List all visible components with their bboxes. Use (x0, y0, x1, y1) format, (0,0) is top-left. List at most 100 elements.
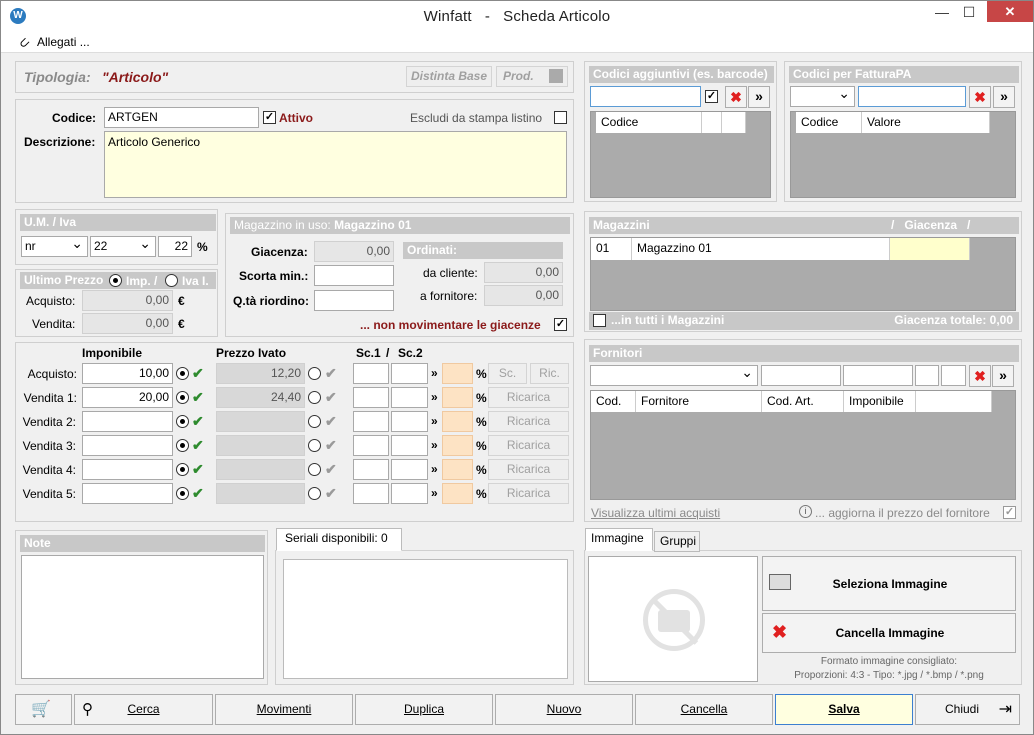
imponibile-radio[interactable] (176, 463, 189, 476)
delete-fornitore-button[interactable]: ✖ (969, 365, 991, 387)
imponibile-radio[interactable] (176, 415, 189, 428)
imponibile-input[interactable]: 20,00 (82, 387, 173, 408)
imponibile-input[interactable]: 10,00 (82, 363, 173, 384)
ivato-radio[interactable] (308, 391, 321, 404)
ultimi-acquisti-link[interactable]: Visualizza ultimi acquisti (591, 506, 720, 520)
qta-riordino-input[interactable] (314, 290, 394, 311)
duplica-button[interactable]: Duplica (355, 694, 493, 725)
sc1-input[interactable] (353, 483, 389, 504)
check-icon[interactable]: ✔ (192, 390, 204, 404)
aggiorna-prezzo-checkbox[interactable]: ✓ (1003, 506, 1016, 519)
ricarico-input[interactable] (442, 387, 473, 408)
sc-button[interactable]: Sc. (488, 363, 527, 384)
sc1-input[interactable] (353, 459, 389, 480)
sc2-input[interactable] (391, 435, 428, 456)
scorta-min-input[interactable] (314, 265, 394, 286)
ivato-radio[interactable] (308, 463, 321, 476)
codice-column-header[interactable]: Codice (796, 112, 862, 133)
ricarico-input[interactable] (442, 435, 473, 456)
ivato-input[interactable]: 12,20 (216, 363, 305, 384)
imponibile-input[interactable] (82, 483, 173, 504)
seriali-list[interactable] (283, 559, 568, 679)
codice-input[interactable]: ARTGEN (104, 107, 259, 128)
imponibile-input[interactable] (82, 411, 173, 432)
codice-aggiuntivo-input[interactable] (590, 86, 701, 107)
ricarica-button[interactable]: Ricarica (488, 387, 569, 408)
sc1-input[interactable] (353, 435, 389, 456)
imponibile-radio[interactable] (176, 487, 189, 500)
fornitori-grid[interactable]: Cod. Fornitore Cod. Art. Imponibile (590, 390, 1016, 500)
ivato-input[interactable] (216, 459, 305, 480)
nuovo-button[interactable]: Nuovo (495, 694, 633, 725)
sc2-input[interactable] (391, 411, 428, 432)
fornitore-extra1-input[interactable] (915, 365, 939, 386)
check-icon[interactable]: ✔ (192, 462, 204, 476)
check-icon[interactable]: ✔ (325, 414, 337, 428)
check-icon[interactable]: ✔ (325, 438, 337, 452)
imponibile-radio[interactable] (176, 391, 189, 404)
movimenti-button[interactable]: Movimenti (215, 694, 353, 725)
maximize-button[interactable]: ☐ (954, 1, 984, 23)
ivato-input[interactable] (216, 435, 305, 456)
ricarico-input[interactable] (442, 483, 473, 504)
ricarica-button[interactable]: Ricarica (488, 411, 569, 432)
check-icon[interactable]: ✔ (325, 366, 337, 380)
add-codice-button[interactable]: » (748, 86, 770, 108)
attivo-checkbox[interactable]: ✓ (263, 111, 276, 124)
fornitore-cod-input[interactable] (761, 365, 841, 386)
um-select[interactable]: nr (21, 234, 88, 257)
ivato-radio[interactable] (308, 367, 321, 380)
check-icon[interactable]: ✔ (192, 366, 204, 380)
magazzino-row-code[interactable]: 01 (591, 238, 632, 260)
iva-l-radio[interactable] (165, 274, 178, 287)
ivato-radio[interactable] (308, 415, 321, 428)
iva-select[interactable]: 22 (90, 234, 156, 257)
escludi-checkbox[interactable] (554, 111, 567, 124)
tab-immagine[interactable]: Immagine (585, 528, 653, 551)
codice-aggiuntivo-checkbox[interactable]: ✓ (705, 90, 718, 103)
ivato-input[interactable]: 24,40 (216, 387, 305, 408)
sc2-input[interactable] (391, 459, 428, 480)
add-fornitore-button[interactable]: » (992, 365, 1014, 387)
salva-button[interactable]: Salva (775, 694, 913, 725)
check-icon[interactable]: ✔ (325, 390, 337, 404)
fornitore-select[interactable] (590, 363, 758, 386)
fornitore-extra2-input[interactable] (941, 365, 966, 386)
ricarico-input[interactable] (442, 363, 473, 384)
check-icon[interactable]: ✔ (192, 438, 204, 452)
add-to-cart-button[interactable]: 🛒 (15, 694, 72, 725)
imponibile-input[interactable] (82, 435, 173, 456)
codici-fatturapa-grid[interactable]: Codice Valore (790, 111, 1016, 198)
imponibile-radio[interactable] (176, 367, 189, 380)
ricarica-button[interactable]: Ricarica (488, 435, 569, 456)
delete-codice-button[interactable]: ✖ (725, 86, 747, 108)
fornitore-codart-input[interactable] (843, 365, 913, 386)
magazzini-grid[interactable]: 01 Magazzino 01 (590, 237, 1016, 311)
add-fatturapa-button[interactable]: » (993, 86, 1015, 108)
distinta-base-button[interactable]: Distinta Base (406, 66, 492, 87)
cerca-button[interactable]: ⚲ Cerca (74, 694, 213, 725)
ivato-radio[interactable] (308, 439, 321, 452)
sc1-input[interactable] (353, 411, 389, 432)
cod-column-header[interactable]: Cod. (591, 391, 636, 412)
check-icon[interactable]: ✔ (325, 486, 337, 500)
ricarica-button[interactable]: Ricarica (488, 483, 569, 504)
iva-input[interactable]: 22 (158, 236, 192, 257)
prod-button[interactable]: Prod. (496, 66, 568, 87)
chiudi-button[interactable]: Chiudi ⇥ (915, 694, 1020, 725)
magazzino-row-name[interactable]: Magazzino 01 (632, 238, 890, 260)
codici-aggiuntivi-grid[interactable]: Codice (590, 111, 771, 198)
note-textarea[interactable] (21, 555, 264, 679)
imponibile-input[interactable] (82, 459, 173, 480)
check-icon[interactable]: ✔ (192, 414, 204, 428)
valore-column-header[interactable]: Valore (862, 112, 990, 133)
magazzino-row-giacenza[interactable] (890, 238, 970, 260)
fornitore-column-header[interactable]: Fornitore (636, 391, 762, 412)
sc1-input[interactable] (353, 363, 389, 384)
codice-column-header[interactable]: Codice (596, 112, 702, 133)
sc2-input[interactable] (391, 387, 428, 408)
non-movimentare-checkbox[interactable]: ✓ (554, 318, 567, 331)
ricarico-input[interactable] (442, 459, 473, 480)
allegati-menu[interactable]: Allegati ... (37, 35, 90, 49)
sc1-input[interactable] (353, 387, 389, 408)
